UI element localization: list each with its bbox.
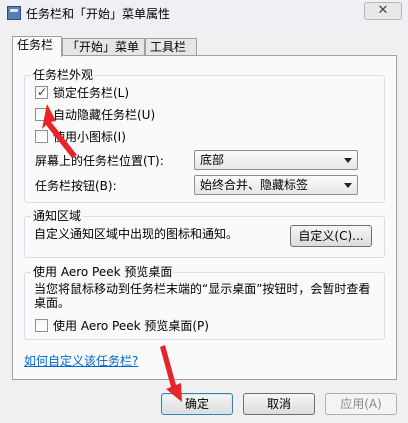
tab-taskbar[interactable]: 任务栏 [12, 36, 62, 57]
taskbar-properties-dialog: 任务栏和「开始」菜单属性 ✕ 任务栏 「开始」菜单 工具栏 任务栏外观 锁定任务… [0, 0, 408, 423]
aero-peek-group-title: 使用 Aero Peek 预览桌面 [31, 265, 175, 279]
tab-start-menu[interactable]: 「开始」菜单 [62, 38, 145, 56]
lock-taskbar-checkbox[interactable] [35, 84, 48, 100]
close-button[interactable]: ✕ [364, 2, 402, 20]
auto-hide-label: 自动隐藏任务栏(U) [53, 108, 156, 122]
auto-hide-option[interactable]: 自动隐藏任务栏(U) [35, 107, 155, 123]
auto-hide-checkbox[interactable] [35, 108, 48, 121]
appearance-group-title: 任务栏外观 [31, 68, 96, 82]
tab-panel: 任务栏外观 锁定任务栏(L) 自动隐藏任务栏(U) 使用小图标(I) 屏幕上的任… [12, 55, 397, 380]
appearance-group: 任务栏外观 锁定任务栏(L) 自动隐藏任务栏(U) 使用小图标(I) 屏幕上的任… [24, 68, 385, 203]
chevron-down-icon [344, 183, 352, 188]
cancel-button[interactable]: 取消 [243, 393, 315, 415]
small-icons-label: 使用小图标(I) [53, 130, 126, 144]
lock-taskbar-label: 锁定任务栏(L) [53, 86, 130, 100]
title-bar[interactable]: 任务栏和「开始」菜单属性 ✕ [0, 0, 408, 26]
lock-taskbar-option[interactable]: 锁定任务栏(L) [35, 84, 130, 101]
apply-button: 应用(A) [325, 393, 397, 415]
help-link[interactable]: 如何自定义该任务栏? [24, 353, 138, 369]
small-icons-option[interactable]: 使用小图标(I) [35, 129, 126, 145]
aero-peek-option[interactable]: 使用 Aero Peek 预览桌面(P) [35, 318, 209, 334]
notification-description: 自定义通知区域中出现的图标和通知。 [34, 227, 239, 241]
buttons-value: 始终合并、隐藏标签 [200, 178, 309, 192]
window-title: 任务栏和「开始」菜单属性 [26, 7, 171, 21]
chevron-down-icon [344, 158, 352, 163]
aero-peek-description: 当您将鼠标移动到任务栏末端的“显示桌面”按钮时，会暂时查看桌面。 [34, 282, 371, 310]
aero-peek-label: 使用 Aero Peek 预览桌面(P) [53, 319, 209, 333]
small-icons-checkbox[interactable] [35, 130, 48, 143]
buttons-label: 任务栏按钮(B): [35, 179, 117, 193]
notification-group: 通知区域 自定义通知区域中出现的图标和通知。 自定义(C)... [24, 209, 385, 258]
buttons-dropdown[interactable]: 始终合并、隐藏标签 [194, 175, 358, 195]
location-label: 屏幕上的任务栏位置(T): [35, 154, 164, 168]
ok-button[interactable]: 确定 [161, 393, 233, 415]
taskbar-window-icon [7, 6, 21, 20]
aero-peek-group: 使用 Aero Peek 预览桌面 当您将鼠标移动到任务栏末端的“显示桌面”按钮… [24, 265, 385, 340]
location-value: 底部 [200, 153, 225, 167]
tab-toolbars[interactable]: 工具栏 [145, 38, 197, 56]
customize-notifications-button[interactable]: 自定义(C)... [290, 225, 372, 247]
location-dropdown[interactable]: 底部 [194, 150, 358, 170]
aero-peek-checkbox[interactable] [35, 319, 48, 332]
notification-group-title: 通知区域 [31, 209, 84, 223]
